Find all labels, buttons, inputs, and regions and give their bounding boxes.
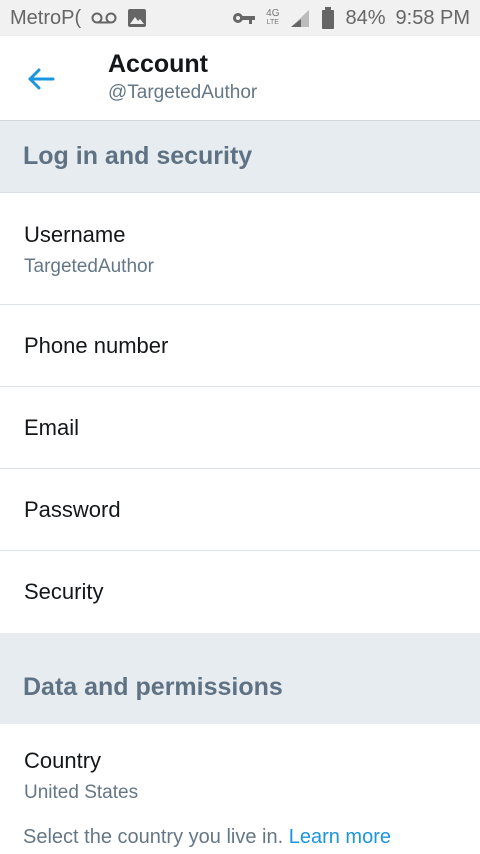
password-label: Password — [24, 496, 121, 522]
network-type-indicator: 4G LTE — [266, 9, 279, 27]
username-label: Username — [24, 222, 126, 247]
status-bar: MetroP( 4G LTE 84% 9:58 PM — [0, 0, 480, 36]
app-bar: Account @TargetedAuthor — [0, 36, 480, 121]
back-button[interactable] — [24, 62, 58, 96]
arrow-left-icon — [28, 68, 55, 90]
country-hint-text: Select the country you live in. — [23, 826, 284, 848]
battery-icon — [321, 7, 335, 29]
country-hint: Select the country you live in. Learn mo… — [23, 826, 391, 849]
settings-row-security[interactable]: Security — [0, 551, 480, 633]
email-label: Email — [24, 414, 80, 440]
signal-icon — [289, 8, 311, 28]
security-label: Security — [24, 579, 104, 604]
vpn-key-icon — [232, 11, 256, 25]
network-type-lte: LTE — [266, 19, 279, 26]
page-title: Account — [108, 50, 208, 78]
settings-row-password[interactable]: Password — [0, 469, 480, 551]
account-handle: @TargetedAuthor — [108, 82, 258, 103]
learn-more-link[interactable]: Learn more — [289, 826, 391, 848]
voicemail-icon — [91, 11, 117, 25]
image-icon — [127, 8, 147, 28]
country-value: United States — [24, 782, 139, 803]
username-value: TargetedAuthor — [24, 256, 154, 277]
carrier-name: MetroP( — [10, 6, 82, 29]
settings-row-username[interactable]: Username TargetedAuthor — [0, 194, 480, 305]
section-header-data-permissions: Data and permissions — [0, 633, 480, 724]
settings-row-email[interactable]: Email — [0, 387, 480, 469]
section-header-login-security: Log in and security — [0, 121, 480, 193]
phone-number-label: Phone number — [24, 332, 169, 358]
settings-row-phone-number[interactable]: Phone number — [0, 305, 480, 387]
clock-time: 9:58 PM — [395, 6, 470, 29]
battery-percent: 84% — [345, 6, 386, 29]
settings-row-country[interactable]: Country United States — [0, 724, 480, 814]
country-label: Country — [24, 748, 102, 773]
network-type-4g: 4G — [266, 8, 280, 19]
